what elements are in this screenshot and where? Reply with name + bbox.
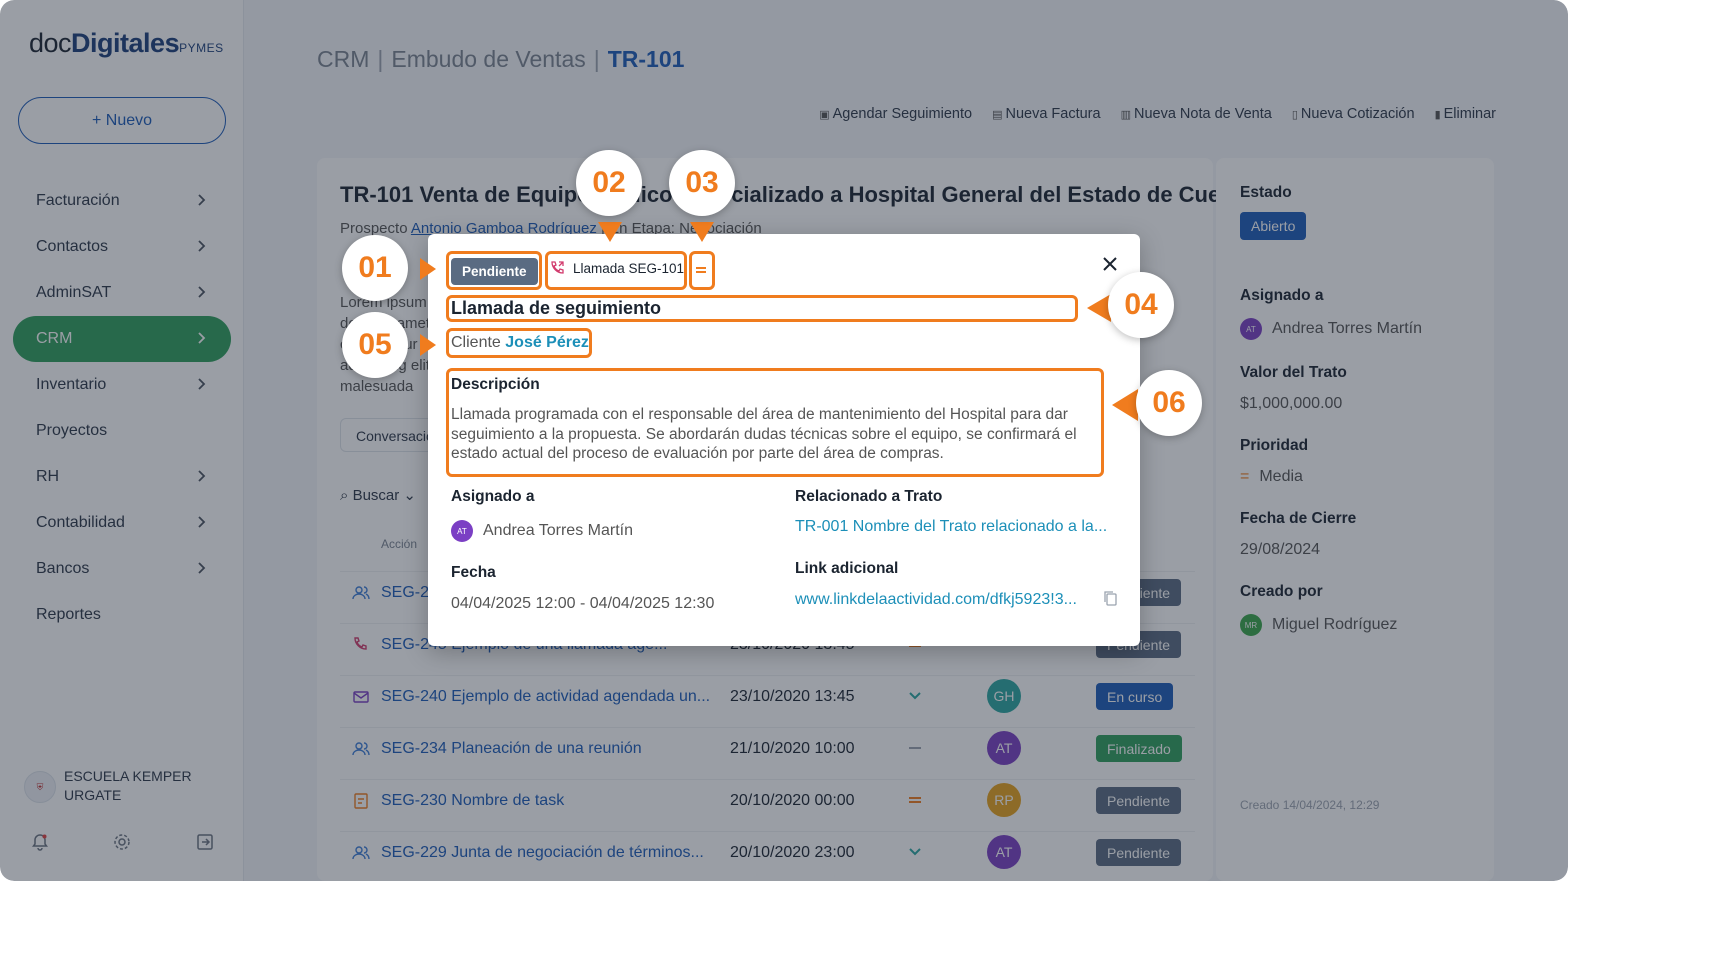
activity-type: Llamada SEG-101 [549,260,684,276]
arrow-06 [1112,389,1138,421]
assigned-value: AT Andrea Torres Martín [451,520,633,542]
activity-client: Cliente José Pérez [451,334,589,351]
callout-06: 06 [1136,370,1202,436]
activity-title: Llamada de seguimiento [451,298,662,318]
arrow-05 [420,334,436,356]
copy-icon[interactable] [1103,590,1117,606]
callout-03: 03 [669,150,735,216]
callout-05: 05 [342,312,408,378]
related-deal-link[interactable]: TR-001 Nombre del Trato relacionado a la… [795,518,1107,536]
activity-modal: Pendiente Llamada SEG-101 Llamada de seg… [428,234,1140,646]
extra-link[interactable]: www.linkdelaactividad.com/dfkj5923!3... [795,591,1077,609]
related-deal-label: Relacionado a Trato [795,488,943,505]
description-text: Llamada programada con el responsable de… [451,406,1077,462]
arrow-02 [598,222,622,242]
close-icon[interactable] [1100,254,1120,274]
phone-icon [551,261,564,274]
extra-link-label: Link adicional [795,560,899,577]
date-label: Fecha [451,564,496,581]
arrow-01 [420,258,436,280]
callout-01: 01 [342,235,408,301]
client-link[interactable]: José Pérez [505,334,589,351]
description-heading: Descripción [451,376,540,393]
assigned-label: Asignado a [451,488,535,505]
callout-04: 04 [1108,272,1174,338]
date-value: 04/04/2025 12:00 - 04/04/2025 12:30 [451,595,715,612]
activity-status-badge[interactable]: Pendiente [451,258,538,285]
priority-medium-icon[interactable] [695,263,707,277]
avatar: AT [451,520,473,542]
arrow-03 [690,222,714,242]
callout-02: 02 [576,150,642,216]
